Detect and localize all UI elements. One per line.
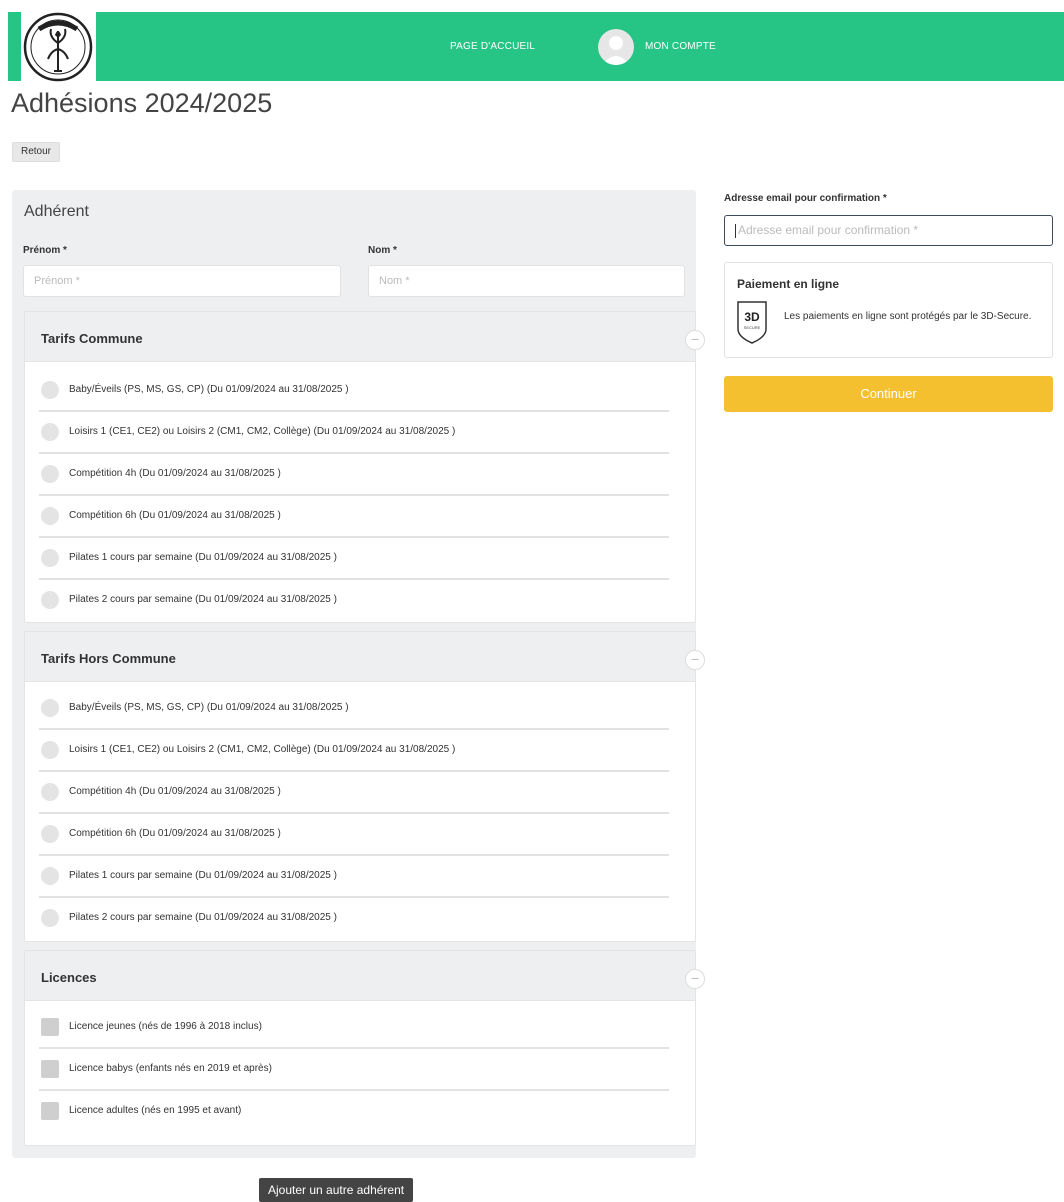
payment-box: Paiement en ligne 3D SECURE Les paiement… (724, 262, 1053, 358)
tarifs-hors-commune-title: Tarifs Hors Commune (41, 651, 176, 666)
top-navigation-bar (8, 12, 1064, 81)
email-label: Adresse email pour confirmation * (724, 193, 887, 204)
licence-option-label: Licence babys (enfants nés en 2019 et ap… (69, 1063, 272, 1074)
tarif-option-label: Pilates 2 cours par semaine (Du 01/09/20… (69, 594, 337, 605)
tarif-option-label: Compétition 4h (Du 01/09/2024 au 31/08/2… (69, 468, 281, 479)
radio-button[interactable] (41, 381, 59, 399)
continue-button[interactable]: Continuer (724, 376, 1053, 412)
tarif-option-label: Baby/Éveils (PS, MS, GS, CP) (Du 01/09/2… (69, 384, 349, 395)
tarif-option[interactable]: Loisirs 1 (CE1, CE2) ou Loisirs 2 (CM1, … (39, 730, 669, 772)
radio-button[interactable] (41, 591, 59, 609)
radio-button[interactable] (41, 465, 59, 483)
tarif-option[interactable]: Pilates 1 cours par semaine (Du 01/09/20… (39, 538, 669, 580)
first-name-label: Prénom * (23, 245, 67, 256)
tarif-option[interactable]: Baby/Éveils (PS, MS, GS, CP) (Du 01/09/2… (39, 370, 669, 412)
3d-secure-badge-sub: SECURE (744, 325, 761, 330)
collapse-icon[interactable]: − (685, 969, 705, 989)
tarif-option-label: Pilates 2 cours par semaine (Du 01/09/20… (69, 912, 337, 923)
collapse-icon[interactable]: − (685, 330, 705, 350)
tarif-option[interactable]: Compétition 6h (Du 01/09/2024 au 31/08/2… (39, 496, 669, 538)
nav-account-link[interactable]: MON COMPTE (645, 41, 716, 52)
tarif-option[interactable]: Compétition 4h (Du 01/09/2024 au 31/08/2… (39, 772, 669, 814)
licences-title: Licences (41, 970, 97, 985)
tarifs-hors-commune-header[interactable]: Tarifs Hors Commune − (25, 632, 705, 682)
tarif-option-label: Pilates 1 cours par semaine (Du 01/09/20… (69, 552, 337, 563)
3d-secure-badge: 3D (744, 310, 760, 324)
last-name-input[interactable]: Nom * (368, 265, 685, 297)
first-name-input[interactable]: Prénom * (23, 265, 341, 297)
licences-header[interactable]: Licences − (25, 951, 705, 1001)
licence-option[interactable]: Licence babys (enfants nés en 2019 et ap… (39, 1049, 669, 1091)
add-member-button[interactable]: Ajouter un autre adhérent (259, 1178, 414, 1202)
checkbox[interactable] (41, 1060, 59, 1078)
radio-button[interactable] (41, 549, 59, 567)
email-placeholder: Adresse email pour confirmation * (738, 223, 919, 237)
radio-button[interactable] (41, 507, 59, 525)
tarif-option[interactable]: Loisirs 1 (CE1, CE2) ou Loisirs 2 (CM1, … (39, 412, 669, 454)
back-button[interactable]: Retour (12, 142, 61, 162)
checkbox[interactable] (41, 1018, 59, 1036)
radio-button[interactable] (41, 699, 59, 717)
licence-option[interactable]: Licence jeunes (nés de 1996 à 2018 inclu… (39, 1007, 669, 1049)
tarifs-commune-header[interactable]: Tarifs Commune − (25, 312, 705, 362)
payment-description: Les paiements en ligne sont protégés par… (784, 311, 1032, 322)
radio-button[interactable] (41, 909, 59, 927)
tarif-option[interactable]: Compétition 6h (Du 01/09/2024 au 31/08/2… (39, 814, 669, 856)
tarif-option[interactable]: Pilates 2 cours par semaine (Du 01/09/20… (39, 898, 669, 940)
licence-option-label: Licence adultes (nés en 1995 et avant) (69, 1105, 242, 1116)
3d-secure-shield-icon: 3D SECURE (737, 301, 767, 344)
club-logo[interactable] (21, 9, 96, 84)
tarifs-commune-card: Tarifs Commune − Baby/Éveils (PS, MS, GS… (24, 311, 705, 623)
radio-button[interactable] (41, 423, 59, 441)
radio-button[interactable] (41, 825, 59, 843)
radio-button[interactable] (41, 783, 59, 801)
collapse-icon[interactable]: − (685, 650, 705, 670)
email-input[interactable]: Adresse email pour confirmation * (724, 215, 1053, 246)
tarif-option-label: Compétition 6h (Du 01/09/2024 au 31/08/2… (69, 828, 281, 839)
nav-home-link[interactable]: PAGE D'ACCUEIL (450, 41, 535, 52)
licence-option-label: Licence jeunes (nés de 1996 à 2018 inclu… (69, 1021, 262, 1032)
tarif-option[interactable]: Compétition 4h (Du 01/09/2024 au 31/08/2… (39, 454, 669, 496)
checkbox[interactable] (41, 1102, 59, 1120)
page-title: Adhésions 2024/2025 (11, 88, 273, 118)
tarif-option-label: Baby/Éveils (PS, MS, GS, CP) (Du 01/09/2… (69, 702, 349, 713)
licences-card: Licences − Licence jeunes (nés de 1996 à… (24, 950, 705, 1146)
payment-title: Paiement en ligne (737, 277, 840, 291)
member-section-title: Adhérent (24, 203, 89, 220)
logo-emblem-icon (23, 12, 93, 82)
radio-button[interactable] (41, 867, 59, 885)
tarifs-commune-title: Tarifs Commune (41, 331, 143, 346)
licence-option[interactable]: Licence adultes (nés en 1995 et avant) (39, 1091, 669, 1133)
tarif-option[interactable]: Baby/Éveils (PS, MS, GS, CP) (Du 01/09/2… (39, 688, 669, 730)
tarif-option[interactable]: Pilates 1 cours par semaine (Du 01/09/20… (39, 856, 669, 898)
tarifs-hors-commune-card: Tarifs Hors Commune − Baby/Éveils (PS, M… (24, 631, 705, 942)
text-caret (735, 223, 736, 238)
tarif-option-label: Loisirs 1 (CE1, CE2) ou Loisirs 2 (CM1, … (69, 744, 456, 755)
tarif-option-label: Compétition 4h (Du 01/09/2024 au 31/08/2… (69, 786, 281, 797)
tarif-option-label: Compétition 6h (Du 01/09/2024 au 31/08/2… (69, 510, 281, 521)
radio-button[interactable] (41, 741, 59, 759)
last-name-label: Nom * (368, 245, 397, 256)
member-panel: Adhérent Prénom * Prénom * Nom * Nom * T… (12, 190, 705, 1158)
avatar-icon[interactable] (598, 29, 634, 65)
tarif-option-label: Pilates 1 cours par semaine (Du 01/09/20… (69, 870, 337, 881)
tarif-option[interactable]: Pilates 2 cours par semaine (Du 01/09/20… (39, 580, 669, 622)
tarif-option-label: Loisirs 1 (CE1, CE2) ou Loisirs 2 (CM1, … (69, 426, 456, 437)
